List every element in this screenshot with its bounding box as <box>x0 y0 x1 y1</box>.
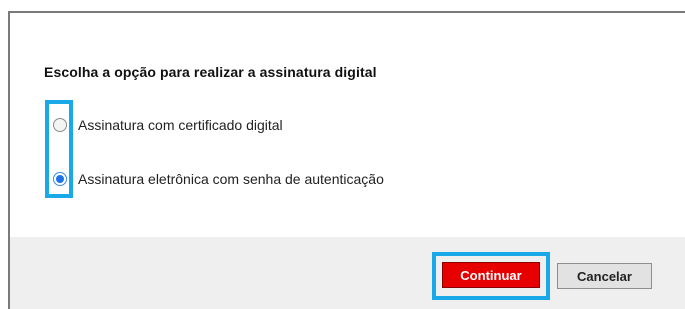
option-senha-autenticacao[interactable]: Assinatura eletrônica com senha de auten… <box>53 170 384 188</box>
radio-certificado-digital[interactable] <box>53 118 67 132</box>
option-label: Assinatura com certificado digital <box>78 117 283 133</box>
cancel-button[interactable]: Cancelar <box>557 263 652 289</box>
continue-button[interactable]: Continuar <box>442 262 540 288</box>
dialog-title: Escolha a opção para realizar a assinatu… <box>44 64 377 80</box>
option-label: Assinatura eletrônica com senha de auten… <box>78 171 384 187</box>
radio-senha-autenticacao[interactable] <box>53 172 67 186</box>
option-certificado-digital[interactable]: Assinatura com certificado digital <box>53 116 283 134</box>
